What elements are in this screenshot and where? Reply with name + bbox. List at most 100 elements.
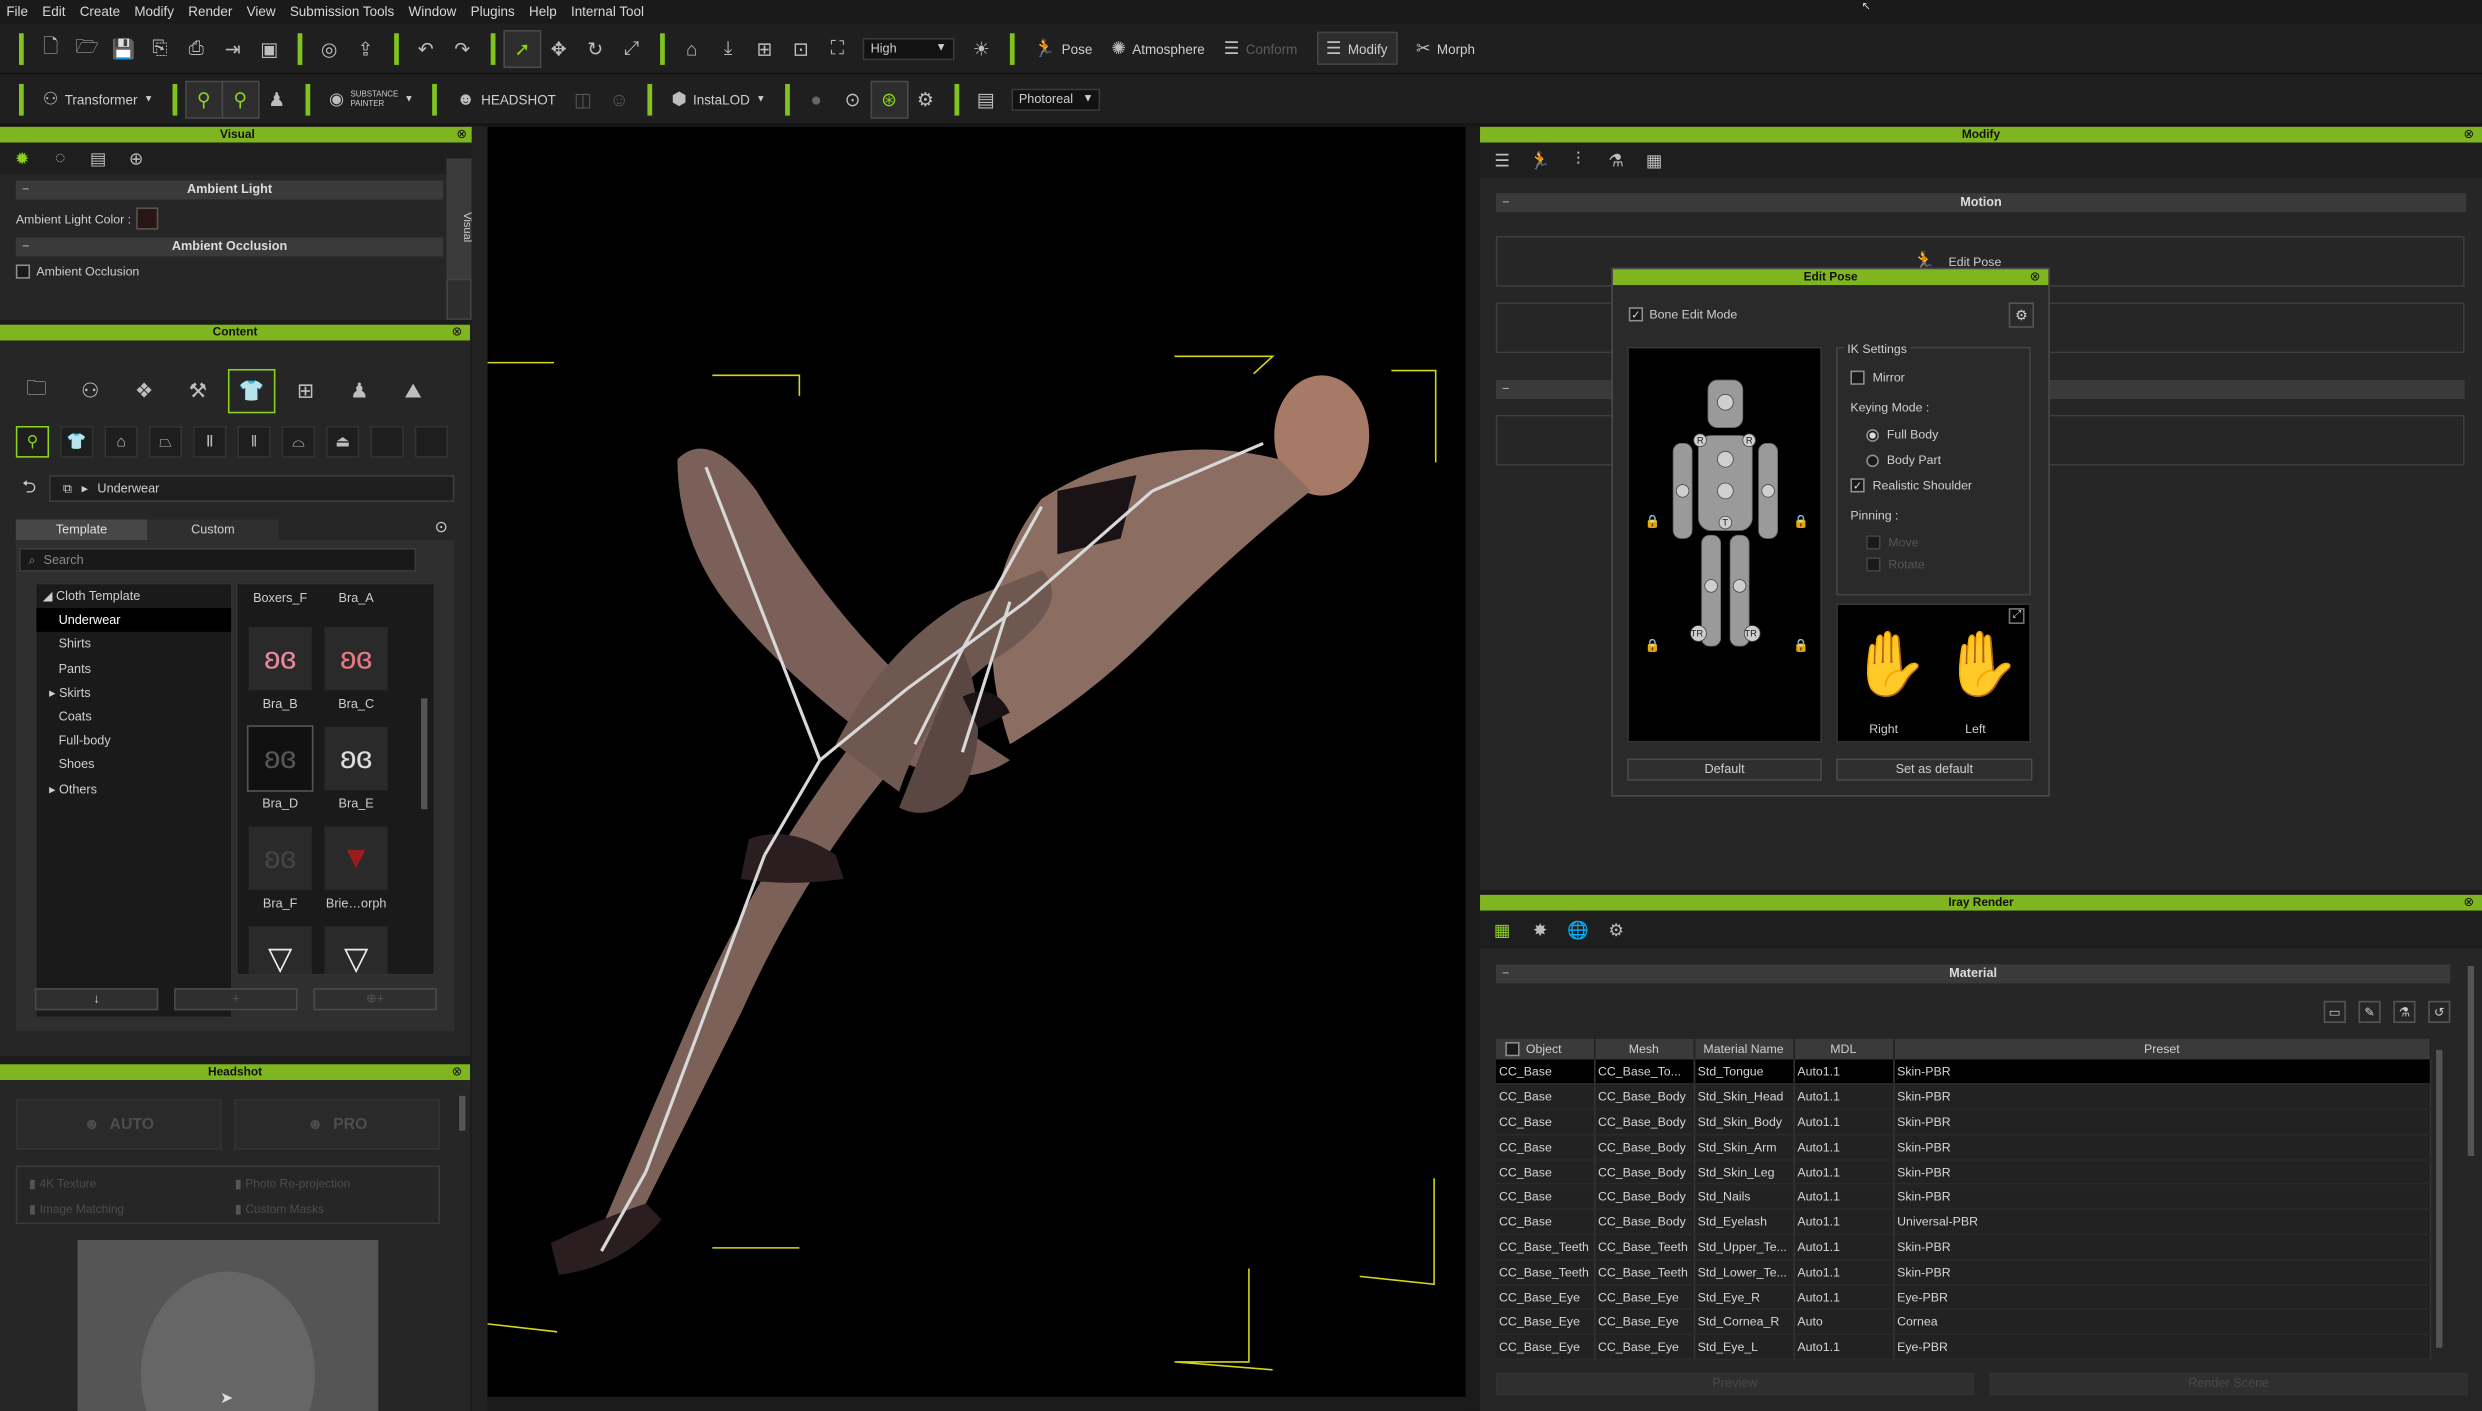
thumb-bra-d[interactable]: ʚɞ Bra_D xyxy=(244,725,317,811)
ambient-light-section[interactable]: − Ambient Light xyxy=(15,180,444,200)
left-hand[interactable]: ✋ xyxy=(1942,614,2021,715)
table-row[interactable]: CC_Base_Eye CC_Base_Eye Std_Eye_R Auto1.1 Ey… xyxy=(1495,1284,2432,1311)
option-image-matching[interactable]: Image Matching xyxy=(30,1202,124,1216)
thumb-brief-1[interactable]: ▽ xyxy=(244,926,317,974)
modify-button[interactable]: ☰ Modify xyxy=(1316,31,1397,65)
menu-render[interactable]: Render xyxy=(188,3,232,19)
drop-to-floor-icon[interactable]: ⤓ xyxy=(711,31,746,66)
settings-gear-button[interactable]: ⚙ xyxy=(2008,302,2035,328)
tree-item-shirts[interactable]: Shirts xyxy=(36,632,231,656)
shirt-sub-icon[interactable]: 👕 xyxy=(60,425,94,458)
load-icon[interactable]: ⇥ xyxy=(215,31,250,66)
auto-button[interactable]: ☻ AUTO xyxy=(15,1099,222,1150)
thumb-brief-morph[interactable]: ▼ Brie…orph xyxy=(320,826,393,911)
open-folder-icon[interactable]: 🗁 xyxy=(70,31,105,66)
thumb-bra-c[interactable]: ʚɞ Bra_C xyxy=(320,627,393,711)
render-scene-button[interactable]: Render Scene xyxy=(1989,1372,2468,1396)
motion-category-icon[interactable]: ♟ xyxy=(336,369,383,413)
close-icon[interactable]: ⊗ xyxy=(2463,895,2474,911)
body-part-radio[interactable] xyxy=(1866,453,1879,467)
ambient-occlusion-section[interactable]: − Ambient Occlusion xyxy=(15,237,444,257)
tab-template[interactable]: Template xyxy=(15,519,148,541)
accessory-category-icon[interactable]: ⚒ xyxy=(174,369,221,413)
full-body-radio[interactable] xyxy=(1866,428,1879,442)
scene-category-icon[interactable]: ⛰ xyxy=(389,369,436,413)
table-row[interactable]: CC_Base_Eye CC_Base_Eye Std_Cornea_R Auto Co… xyxy=(1495,1309,2432,1336)
inspect-icon[interactable]: ⊙ xyxy=(835,82,870,117)
menu-view[interactable]: View xyxy=(247,3,276,19)
frame-selected-icon[interactable]: ⊡ xyxy=(784,31,819,66)
avatar-category-icon[interactable]: ⚇ xyxy=(66,369,113,413)
close-icon[interactable]: ⊗ xyxy=(2030,269,2041,285)
light-tab-icon[interactable]: ✸ xyxy=(1526,919,1554,940)
add-custom-button[interactable]: ⊕+ xyxy=(313,988,437,1011)
table-row[interactable]: CC_Base_Teeth CC_Base_Teeth Std_Upper_Te..… xyxy=(1495,1234,2432,1261)
render-icon[interactable]: ▤ xyxy=(968,82,1003,117)
zoom-extent-icon[interactable]: ⛶ xyxy=(820,31,855,66)
thumb-bra-b[interactable]: ʚɞ Bra_B xyxy=(244,627,317,711)
empty-slot-1[interactable] xyxy=(370,425,404,458)
close-icon[interactable]: ⊗ xyxy=(452,325,463,341)
camera-icon[interactable]: ⊕ xyxy=(122,148,150,169)
light-icon[interactable]: ◌ xyxy=(46,149,74,168)
prop-category-icon[interactable]: ⊞ xyxy=(282,369,329,413)
table-row[interactable]: CC_Base CC_Base_Body Std_Skin_Head Auto1.1 S… xyxy=(1495,1084,2432,1111)
table-row[interactable]: CC_Base CC_Base_Body Std_Skin_Leg Auto1.1 Sk… xyxy=(1495,1159,2432,1186)
table-row[interactable]: CC_Base CC_Base_Body Std_Skin_Arm Auto1.1 Sk… xyxy=(1495,1134,2432,1161)
tree-item-underwear[interactable]: Underwear xyxy=(36,608,232,633)
animation-tab-icon[interactable]: ⚗ xyxy=(1602,150,1630,170)
menu-window[interactable]: Window xyxy=(409,3,457,19)
table-row[interactable]: CC_Base_Teeth CC_Base_Teeth Std_Lower_Te..… xyxy=(1495,1259,2432,1286)
bone-edit-icon[interactable]: ⚲ xyxy=(184,79,223,118)
import-icon[interactable]: ⎘ xyxy=(142,31,177,66)
home-camera-icon[interactable]: ⌂ xyxy=(674,31,709,66)
pants-sub-icon[interactable]: Ⅱ xyxy=(193,425,227,458)
rotate-icon[interactable]: ↻ xyxy=(578,31,613,66)
sun-icon[interactable]: ☀ xyxy=(964,31,999,66)
tab-custom[interactable]: Custom xyxy=(147,519,279,541)
motion-tab-icon[interactable]: 🏃 xyxy=(1526,150,1554,170)
table-row[interactable]: CC_Base CC_Base_Body Std_Eyelash Auto1.1 Uni… xyxy=(1495,1209,2432,1236)
option-photo-reprojection[interactable]: Photo Re-projection xyxy=(236,1177,350,1191)
menu-help[interactable]: Help xyxy=(529,3,557,19)
thumb-brief-2[interactable]: ▽ xyxy=(320,926,393,974)
material-tab-icon[interactable]: ▦ xyxy=(1488,919,1516,940)
tree-item-others[interactable]: ▸ Others xyxy=(36,777,231,801)
skirt-sub-icon[interactable]: ⏢ xyxy=(148,425,183,458)
viewport-splitter[interactable] xyxy=(471,126,488,1411)
table-row[interactable]: CC_Base CC_Base_Body Std_Nails Auto1.1 Skin-… xyxy=(1495,1184,2432,1211)
transformer-button[interactable]: ⚇ Transformer ▼ xyxy=(43,89,154,109)
thumb-boxers-f[interactable]: Boxers_F xyxy=(244,591,317,605)
menu-submission-tools[interactable]: Submission Tools xyxy=(290,3,394,19)
column-mdl[interactable]: MDL xyxy=(1793,1038,1894,1060)
realistic-shoulder-checkbox[interactable]: ✓ xyxy=(1850,478,1865,493)
settings-sliders-icon[interactable]: ⚙ xyxy=(908,82,943,117)
morph-tab-icon[interactable]: ⫶ xyxy=(1564,150,1592,171)
layers-icon[interactable]: ▤ xyxy=(84,148,112,169)
menu-modify[interactable]: Modify xyxy=(134,3,174,19)
tree-item-full-body[interactable]: Full-body xyxy=(36,729,231,753)
empty-slot-2[interactable] xyxy=(414,425,448,458)
redo-icon[interactable]: ↷ xyxy=(445,31,480,66)
pin-rotate-checkbox[interactable] xyxy=(1866,557,1881,572)
menu-create[interactable]: Create xyxy=(80,3,120,19)
preview-button[interactable]: Preview xyxy=(1495,1372,1974,1396)
set-as-default-button[interactable]: Set as default xyxy=(1836,758,2033,781)
column-material-name[interactable]: Material Name xyxy=(1693,1038,1795,1060)
new-file-icon[interactable]: 🗋 xyxy=(33,31,68,66)
save-icon[interactable]: 💾 xyxy=(106,31,141,66)
menu-edit[interactable]: Edit xyxy=(42,3,65,19)
morph-category-icon[interactable]: ❖ xyxy=(120,369,167,413)
thumbnail-scrollbar[interactable] xyxy=(421,698,428,810)
menu-file[interactable]: File xyxy=(6,3,28,19)
select-all-checkbox[interactable] xyxy=(1505,1042,1520,1057)
ik-edit-icon[interactable]: ⚲ xyxy=(221,79,260,118)
pro-button[interactable]: ☻ PRO xyxy=(234,1099,441,1150)
motion-section[interactable]: − Motion xyxy=(1495,193,2467,213)
gloves-sub-icon[interactable]: ‖ xyxy=(237,425,271,458)
environment-tab-icon[interactable]: 🌐 xyxy=(1564,919,1592,940)
tree-root[interactable]: ◢ Cloth Template xyxy=(36,584,231,608)
reset-material-icon[interactable]: ↺ xyxy=(2428,1000,2451,1024)
column-mesh[interactable]: Mesh xyxy=(1593,1038,1695,1060)
sun-icon[interactable]: ✹ xyxy=(8,148,36,169)
